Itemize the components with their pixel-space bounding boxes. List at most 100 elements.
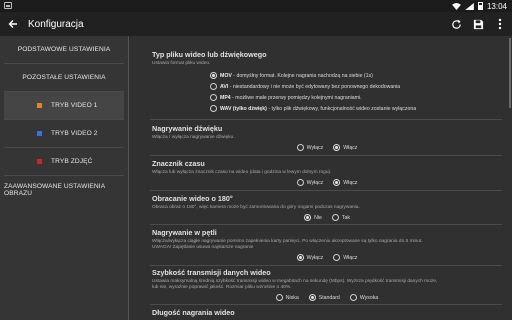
bitrate-option-low[interactable]: Niska — [275, 294, 299, 301]
status-bar: 13:04 — [0, 0, 512, 12]
file-type-option-mov[interactable]: MOV - domyślny format. Kolejne nagrania … — [210, 70, 502, 81]
save-button[interactable] — [472, 18, 484, 30]
sidebar-item-label: PODSTAWOWE USTAWIENIA — [17, 46, 111, 53]
divider — [150, 155, 502, 156]
option-name: MP4 — [220, 94, 231, 101]
sidebar-item-advanced-image[interactable]: ZAAWANSOWANE USTAWIENIA OBRAZU — [4, 176, 124, 204]
loop-recording-section: Nagrywanie w pętli Włącza/wyłącza ciągłe… — [152, 228, 502, 261]
radio-button[interactable] — [304, 214, 312, 221]
orange-square-icon — [37, 103, 42, 108]
blue-square-icon — [37, 131, 42, 136]
loop-option-off[interactable]: Wyłącz — [296, 254, 324, 261]
more-options-button[interactable] — [494, 18, 506, 30]
sidebar-item-other-settings[interactable]: POZOSTAŁE USTAWIENIA — [4, 64, 124, 92]
section-title: Długość nagrania wideo — [152, 308, 235, 317]
back-arrow-icon — [8, 20, 17, 28]
red-square-icon — [37, 159, 42, 164]
radio-button[interactable] — [210, 94, 217, 101]
option-label: Włącz — [343, 144, 358, 151]
bitrate-option-high[interactable]: Wysoka — [349, 294, 379, 301]
signal-icon — [465, 2, 474, 10]
sidebar-item-label: POZOSTAŁE USTAWIENIA — [22, 74, 106, 81]
notification-icon — [4, 2, 12, 9]
audio-options: Wyłącz Włącz — [152, 144, 502, 151]
sidebar-item-basic-settings[interactable]: PODSTAWOWE USTAWIENIA — [4, 36, 124, 64]
file-type-option-mp4[interactable]: MP4 - możliwe małe przerwy pomiędzy kole… — [210, 92, 502, 103]
option-name: WAV (tylko dźwięk) — [220, 105, 267, 112]
radio-button[interactable] — [275, 294, 283, 301]
option-label: Niska — [285, 294, 299, 301]
option-text: - domyślny format. Kolejne nagrania nach… — [231, 72, 373, 79]
radio-button[interactable] — [210, 105, 217, 112]
app-bar: Konfiguracja — [0, 12, 512, 36]
radio-button[interactable] — [210, 72, 217, 79]
audio-option-on[interactable]: Włącz — [333, 144, 357, 151]
sidebar-item-label: TRYB ZDJĘĆ — [51, 158, 93, 165]
option-label: Wysoka — [359, 294, 379, 301]
loop-option-on[interactable]: Włącz — [333, 254, 357, 261]
save-icon — [473, 19, 483, 29]
option-label: Wyłącz — [306, 179, 324, 186]
radio-button[interactable] — [308, 294, 316, 301]
divider — [150, 265, 502, 266]
file-type-option-wav[interactable]: WAV (tylko dźwięk) - tylko plik dźwiękow… — [210, 103, 502, 114]
section-title: Nagrywanie dźwięku — [152, 124, 223, 133]
audio-option-off[interactable]: Wyłącz — [296, 144, 324, 151]
section-title: Znacznik czasu — [152, 159, 205, 168]
divider — [150, 119, 502, 120]
radio-button[interactable] — [296, 254, 304, 261]
battery-icon — [477, 2, 483, 10]
divider — [150, 190, 502, 191]
settings-panel: Typ pliku wideo lub dźwiękowego Ustawia … — [130, 36, 512, 320]
section-description: Ustawia format pliku wideo. — [152, 61, 211, 66]
option-label: Włącz — [343, 254, 358, 261]
file-type-section: Typ pliku wideo lub dźwiękowego Ustawia … — [152, 50, 502, 114]
sidebar-item-video-mode-1[interactable]: TRYB VIDEO 1 — [4, 92, 124, 120]
rotate-option-no[interactable]: Nie — [304, 214, 322, 221]
file-type-option-avi[interactable]: AVI - niestandardowy i nie może być edyt… — [210, 81, 502, 92]
option-text: - możliwe małe przerwy pomiędzy kolejnym… — [230, 94, 362, 101]
section-title: Typ pliku wideo lub dźwiękowego — [152, 50, 267, 59]
sidebar-item-label: TRYB VIDEO 2 — [51, 130, 98, 137]
radio-button[interactable] — [333, 254, 341, 261]
scrollbar[interactable] — [509, 38, 511, 108]
more-vert-icon — [498, 18, 502, 30]
section-title: Nagrywanie w pętli — [152, 228, 217, 237]
sidebar-item-video-mode-2[interactable]: TRYB VIDEO 2 — [4, 120, 124, 148]
option-label: Tak — [341, 214, 350, 221]
section-description: Włącza lub wyłącza znacznik czasu na wid… — [152, 170, 332, 175]
option-label: Wyłącz — [306, 144, 324, 151]
option-label: Włącz — [343, 179, 358, 186]
radio-button[interactable] — [210, 83, 217, 90]
timestamp-option-off[interactable]: Wyłącz — [296, 179, 324, 186]
divider — [150, 304, 502, 305]
loop-options: Wyłącz Włącz — [152, 254, 502, 261]
sidebar: PODSTAWOWE USTAWIENIA POZOSTAŁE USTAWIEN… — [0, 36, 129, 320]
back-button[interactable] — [2, 12, 24, 36]
refresh-icon — [451, 19, 461, 29]
option-text: - tylko plik dźwiękowy, funkcjonalność w… — [266, 105, 417, 112]
radio-button[interactable] — [296, 179, 304, 186]
wifi-icon — [452, 2, 461, 10]
radio-button[interactable] — [331, 214, 339, 221]
page-title: Konfiguracja — [28, 18, 84, 30]
clock: 13:04 — [486, 1, 507, 11]
option-name: MOV — [220, 72, 232, 79]
video-length-section: Długość nagrania wideo — [152, 308, 502, 319]
sidebar-item-label: ZAAWANSOWANE USTAWIENIA OBRAZU — [4, 183, 105, 197]
bitrate-option-standard[interactable]: Standard — [308, 294, 340, 301]
audio-recording-section: Nagrywanie dźwięku Włącza / wyłącza nagr… — [152, 124, 502, 151]
section-description: Obraca obraz o 180°, więc kamera może by… — [152, 205, 360, 210]
radio-button[interactable] — [333, 144, 341, 151]
option-label: Wyłącz — [306, 254, 324, 261]
radio-button[interactable] — [333, 179, 341, 186]
rotate-option-yes[interactable]: Tak — [331, 214, 350, 221]
sidebar-item-photo-mode[interactable]: TRYB ZDJĘĆ — [4, 148, 124, 176]
timestamp-option-on[interactable]: Włącz — [333, 179, 357, 186]
radio-button[interactable] — [349, 294, 357, 301]
rotate-section: Obracanie wideo o 180° Obraca obraz o 18… — [152, 194, 502, 221]
radio-button[interactable] — [296, 144, 304, 151]
refresh-button[interactable] — [450, 18, 462, 30]
sidebar-item-label: TRYB VIDEO 1 — [51, 102, 98, 109]
option-text: - niestandardowy i nie może być edytowan… — [228, 83, 401, 90]
